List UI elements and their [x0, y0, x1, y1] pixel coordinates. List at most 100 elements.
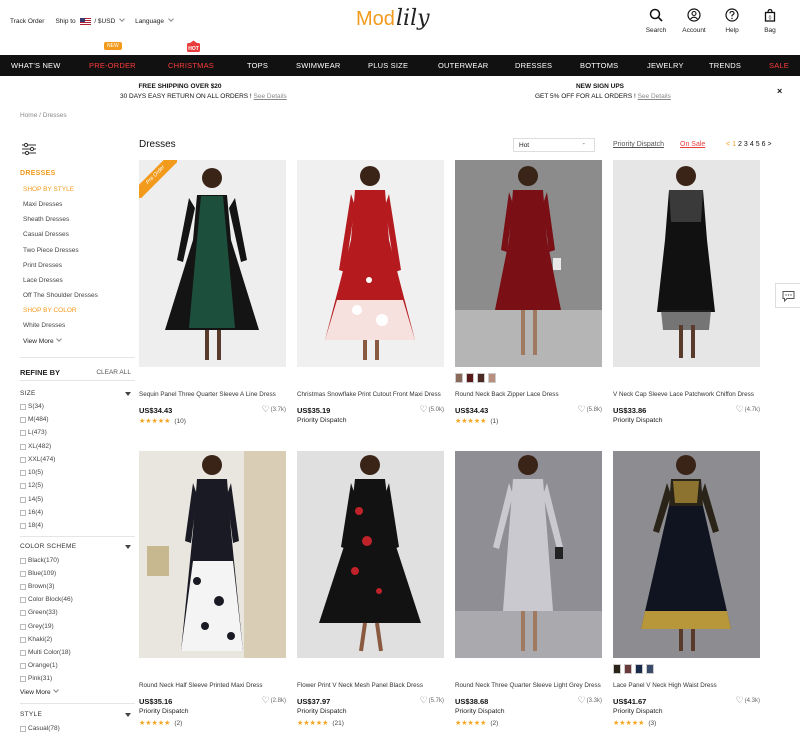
checkbox[interactable] [20, 675, 26, 682]
checkbox[interactable] [20, 583, 26, 590]
priority-dispatch-filter[interactable]: Priority Dispatch [613, 141, 664, 148]
prev-page-button[interactable]: < [726, 141, 730, 148]
nav-pre-order[interactable]: PRE-ORDER [89, 61, 136, 70]
size-option-m[interactable]: M(484) [20, 416, 49, 423]
size-option-12[interactable]: 12(5) [20, 482, 43, 489]
color-option-multi-color[interactable]: Multi Color(18) [20, 649, 71, 656]
color-option-color-block[interactable]: Color Block(46) [20, 596, 73, 603]
review-count[interactable]: (3) [648, 720, 656, 727]
product-name[interactable]: Christmas Snowflake Print Cutout Front M… [297, 391, 441, 398]
product-image[interactable] [455, 451, 602, 658]
caret-down-icon[interactable] [125, 545, 131, 549]
caret-down-icon[interactable] [125, 392, 131, 396]
favorite-button[interactable]: ♡ (4.3k) [736, 696, 760, 705]
shipping-see-details-link[interactable]: See Details [254, 93, 287, 100]
favorite-button[interactable]: ♡ (5.0k) [420, 405, 444, 414]
product-image[interactable] [613, 451, 760, 658]
color-option-orange[interactable]: Orange(1) [20, 662, 58, 669]
favorite-button[interactable]: ♡ (4.7k) [736, 405, 760, 414]
swatch[interactable] [613, 664, 621, 674]
caret-down-icon[interactable] [125, 713, 131, 717]
close-promo-icon[interactable]: × [777, 86, 782, 96]
track-order-link[interactable]: Track Order [10, 18, 44, 25]
checkbox[interactable] [20, 570, 26, 577]
sidebar-item-two-piece[interactable]: Two Piece Dresses [23, 247, 79, 254]
clear-all-button[interactable]: CLEAR ALL [96, 369, 131, 376]
checkbox[interactable] [20, 469, 26, 476]
color-option-pink[interactable]: Pink(31) [20, 675, 52, 682]
sidebar-item-sheath[interactable]: Sheath Dresses [23, 216, 69, 223]
checkbox[interactable] [20, 522, 26, 529]
on-sale-filter[interactable]: On Sale [680, 141, 705, 148]
size-option-14[interactable]: 14(5) [20, 496, 43, 503]
checkbox[interactable] [20, 725, 26, 732]
swatch[interactable] [488, 373, 496, 383]
color-option-brown[interactable]: Brown(3) [20, 583, 54, 590]
size-filter-heading[interactable]: SIZE [20, 390, 36, 397]
favorite-button[interactable]: ♡ (5.7k) [420, 696, 444, 705]
sidebar-item-casual[interactable]: Casual Dresses [23, 231, 69, 238]
checkbox[interactable] [20, 649, 26, 656]
color-option-grey[interactable]: Grey(19) [20, 623, 54, 630]
signup-see-details-link[interactable]: See Details [638, 93, 671, 100]
language-selector[interactable]: Language [135, 16, 174, 25]
swatch[interactable] [455, 373, 463, 383]
shop-by-color-heading[interactable]: SHOP BY COLOR [23, 307, 77, 314]
page-5[interactable]: 5 [756, 141, 760, 148]
sidebar-item-print[interactable]: Print Dresses [23, 262, 62, 269]
product-name[interactable]: V Neck Cap Sleeve Lace Patchwork Chiffon… [613, 391, 754, 398]
swatch[interactable] [646, 664, 654, 674]
favorite-button[interactable]: ♡ (3.3k) [578, 696, 602, 705]
ship-to-selector[interactable]: Ship to / $USD [55, 16, 125, 25]
help-button[interactable]: Help [712, 8, 752, 34]
product-name[interactable]: Flower Print V Neck Mesh Panel Black Dre… [297, 682, 423, 689]
nav-dresses[interactable]: DRESSES [515, 61, 552, 70]
product-image[interactable]: Pre Order [139, 160, 286, 367]
review-count[interactable]: (21) [332, 720, 344, 727]
checkbox[interactable] [20, 596, 26, 603]
favorite-button[interactable]: ♡ (5.8k) [578, 405, 602, 414]
review-count[interactable]: (1) [490, 418, 498, 425]
review-count[interactable]: (2) [174, 720, 182, 727]
size-option-16[interactable]: 16(4) [20, 509, 43, 516]
checkbox[interactable] [20, 636, 26, 643]
color-scheme-heading[interactable]: COLOR SCHEME [20, 543, 76, 550]
sidebar-item-lace[interactable]: Lace Dresses [23, 277, 63, 284]
nav-tops[interactable]: TOPS [247, 61, 268, 70]
checkbox[interactable] [20, 662, 26, 669]
sidebar-item-white[interactable]: White Dresses [23, 322, 65, 329]
size-option-l[interactable]: L(473) [20, 429, 47, 436]
product-image[interactable] [455, 160, 602, 367]
product-name[interactable]: Lace Panel V Neck High Waist Dress [613, 682, 717, 689]
bag-button[interactable]: 0 Bag [750, 8, 790, 34]
search-button[interactable]: Search [636, 8, 676, 34]
checkbox[interactable] [20, 496, 26, 503]
view-more-colors-button[interactable]: View More [20, 687, 59, 696]
sidebar-item-off-shoulder[interactable]: Off The Shoulder Dresses [23, 292, 98, 299]
swatch[interactable] [466, 373, 474, 383]
color-option-green[interactable]: Green(33) [20, 609, 58, 616]
size-option-10[interactable]: 10(5) [20, 469, 43, 476]
style-filter-heading[interactable]: STYLE [20, 711, 42, 718]
checkbox[interactable] [20, 456, 26, 463]
nav-trends[interactable]: TRENDS [709, 61, 741, 70]
nav-outerwear[interactable]: OUTERWEAR [438, 61, 488, 70]
swatch[interactable] [635, 664, 643, 674]
product-image[interactable] [139, 451, 286, 658]
checkbox[interactable] [20, 557, 26, 564]
color-option-khaki[interactable]: Khaki(2) [20, 636, 52, 643]
nav-christmas[interactable]: CHRISTMAS [168, 61, 214, 70]
swatch[interactable] [624, 664, 632, 674]
breadcrumb[interactable]: Home / Dresses [20, 112, 67, 119]
checkbox[interactable] [20, 443, 26, 450]
page-3[interactable]: 3 [744, 141, 748, 148]
review-count[interactable]: (2) [490, 720, 498, 727]
favorite-button[interactable]: ♡ (3.7k) [262, 405, 286, 414]
product-name[interactable]: Round Neck Half Sleeve Printed Maxi Dres… [139, 682, 263, 689]
review-count[interactable]: (10) [174, 418, 186, 425]
view-more-styles-button[interactable]: View More [23, 336, 62, 345]
site-logo[interactable]: Mod lily [356, 6, 446, 40]
nav-swimwear[interactable]: SWIMWEAR [296, 61, 341, 70]
checkbox[interactable] [20, 403, 26, 410]
checkbox[interactable] [20, 429, 26, 436]
